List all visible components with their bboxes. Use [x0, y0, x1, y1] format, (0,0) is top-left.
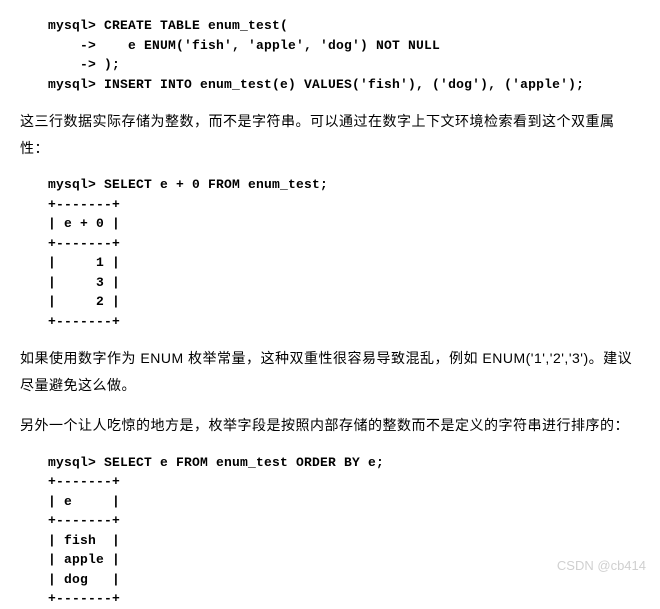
paragraph-enum-numeric-warning: 如果使用数字作为 ENUM 枚举常量，这种双重性很容易导致混乱，例如 ENUM(… [20, 345, 640, 398]
paragraph-storage-integer: 这三行数据实际存储为整数，而不是字符串。可以通过在数字上下文环境检索看到这个双重… [20, 108, 640, 161]
watermark: CSDN @cb414 [557, 556, 646, 577]
paragraph-enum-sort-order: 另外一个让人吃惊的地方是，枚举字段是按照内部存储的整数而不是定义的字符串进行排序… [20, 412, 640, 439]
code-block-select-order-by: mysql> SELECT e FROM enum_test ORDER BY … [48, 453, 640, 609]
code-block-create-table: mysql> CREATE TABLE enum_test( -> e ENUM… [48, 16, 640, 94]
code-block-select-e-plus-0: mysql> SELECT e + 0 FROM enum_test; +---… [48, 175, 640, 331]
